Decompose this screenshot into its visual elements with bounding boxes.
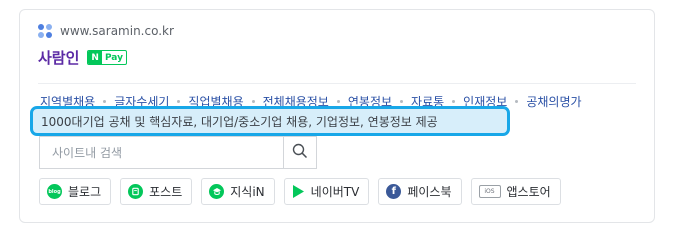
site-search-input[interactable]	[39, 136, 284, 169]
social-label: 포스트	[149, 185, 183, 199]
social-label: 네이버TV	[310, 185, 360, 199]
social-navertv-button[interactable]: 네이버TV	[283, 178, 370, 205]
search-result-card: www.saramin.co.kr 사람인 N Pay 지역별채용 글자수세기 …	[19, 9, 655, 223]
site-favicon-icon	[38, 24, 52, 38]
social-appstore-button[interactable]: iOS 앱스토어	[470, 178, 561, 205]
post-icon	[128, 184, 144, 199]
npay-pay: Pay	[104, 52, 123, 63]
separator-dot	[515, 100, 519, 103]
url-row: www.saramin.co.kr	[38, 24, 174, 38]
separator-dot	[336, 100, 340, 103]
separator-dot	[103, 100, 107, 103]
social-label: 지식iN	[230, 185, 265, 199]
separator-dot	[177, 100, 181, 103]
facebook-icon: f	[386, 184, 402, 199]
npay-badge: N Pay	[87, 50, 127, 65]
navertv-icon	[292, 184, 305, 199]
social-label: 페이스북	[407, 185, 452, 199]
description-highlight: 1000대기업 공채 및 핵심자료, 대기업/중소기업 채용, 기업정보, 연봉…	[30, 106, 510, 136]
appstore-icon: iOS	[478, 185, 501, 198]
social-links: blog 블로그 포스트 지식iN 네이버TV f 페이스북 iOS 앱스토어	[39, 178, 561, 205]
site-description: 1000대기업 공채 및 핵심자료, 대기업/중소기업 채용, 기업정보, 연봉…	[41, 114, 438, 129]
divider	[38, 83, 636, 84]
social-blog-button[interactable]: blog 블로그	[39, 178, 112, 205]
site-search	[39, 136, 317, 169]
social-kin-button[interactable]: 지식iN	[201, 178, 275, 205]
social-label: 앱스토어	[506, 185, 551, 199]
social-label: 블로그	[68, 185, 102, 199]
separator-dot	[251, 100, 255, 103]
npay-n: N	[88, 51, 102, 64]
title-row: 사람인 N Pay	[38, 47, 127, 68]
kin-icon	[209, 184, 225, 199]
site-url[interactable]: www.saramin.co.kr	[60, 24, 174, 38]
social-post-button[interactable]: 포스트	[120, 178, 193, 205]
search-icon	[292, 143, 308, 162]
site-name-link[interactable]: 사람인	[38, 47, 79, 68]
blog-icon: blog	[47, 184, 62, 199]
sitelink-recruit-fame[interactable]: 공채의명가	[526, 93, 581, 110]
site-search-button[interactable]	[284, 136, 317, 169]
separator-dot	[400, 100, 404, 103]
social-facebook-button[interactable]: f 페이스북	[378, 178, 462, 205]
separator-dot	[452, 100, 456, 103]
